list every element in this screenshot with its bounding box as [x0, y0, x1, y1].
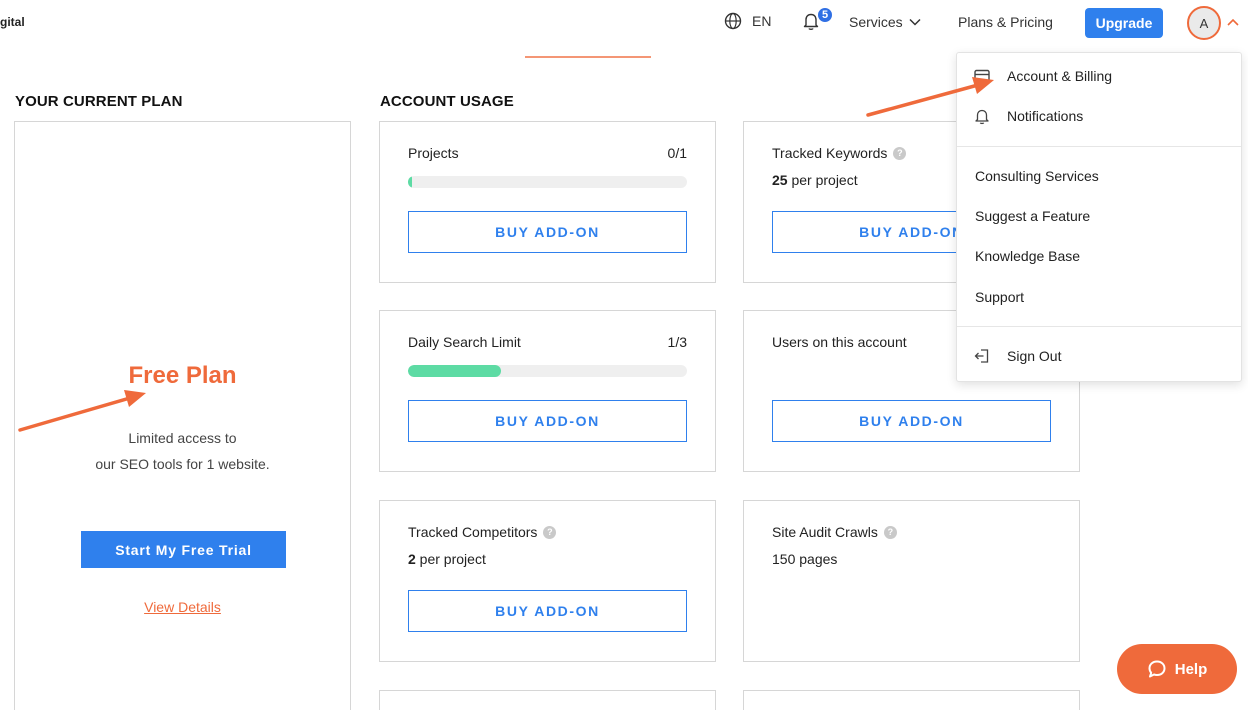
card-title: Tracked Competitors ? — [408, 524, 557, 540]
help-chat-button[interactable]: Help — [1117, 644, 1237, 694]
usage-unit: per project — [787, 172, 858, 188]
usage-amount: 2 — [408, 551, 416, 567]
buy-add-on-button[interactable]: BUY ADD-ON — [772, 400, 1051, 442]
usage-progress-fill — [408, 365, 501, 377]
card-title-text: Site Audit Crawls — [772, 524, 878, 540]
start-free-trial-button[interactable]: Start My Free Trial — [81, 531, 286, 568]
usage-card-partial — [379, 690, 716, 710]
usage-amount: 25 — [772, 172, 788, 188]
usage-progress-fill — [408, 176, 412, 188]
account-dropdown-menu: Account & Billing Notifications Consulti… — [956, 52, 1242, 382]
plan-description-line: Limited access to — [128, 430, 237, 446]
buy-add-on-button[interactable]: BUY ADD-ON — [408, 400, 687, 442]
buy-add-on-button[interactable]: BUY ADD-ON — [408, 590, 687, 632]
daily-search-usage-card: Daily Search Limit 1/3 BUY ADD-ON — [379, 310, 716, 472]
card-title: Tracked Keywords ? — [772, 145, 907, 161]
card-title-text: Daily Search Limit — [408, 334, 521, 350]
help-question-icon[interactable]: ? — [883, 525, 897, 539]
menu-item-label: Notifications — [1007, 108, 1084, 124]
upgrade-button[interactable]: Upgrade — [1085, 8, 1163, 38]
card-title-text: Users on this account — [772, 334, 907, 350]
credit-card-icon — [974, 69, 990, 83]
usage-unit: per project — [415, 551, 486, 567]
account-usage-heading: ACCOUNT USAGE — [380, 93, 514, 110]
menu-item-label: Support — [975, 289, 1025, 305]
help-question-icon[interactable]: ? — [543, 525, 557, 539]
chevron-up-icon[interactable] — [1226, 17, 1240, 27]
site-audit-usage-card: Site Audit Crawls ? 150 pages — [743, 500, 1080, 662]
usage-count: 0/1 — [667, 145, 687, 161]
top-navigation-bar: gital EN 5 Services Plans & Pricing Upgr… — [0, 0, 1248, 46]
notification-count-badge: 5 — [816, 6, 834, 24]
view-details-link[interactable]: View Details — [15, 599, 350, 615]
buy-add-on-button[interactable]: BUY ADD-ON — [408, 211, 687, 253]
services-menu[interactable]: Services — [849, 14, 921, 30]
card-title: Site Audit Crawls ? — [772, 524, 897, 540]
menu-item-knowledge-base[interactable]: Knowledge Base — [957, 239, 1241, 273]
card-title: Projects — [408, 145, 459, 161]
usage-detail: 2 per project — [408, 551, 486, 567]
plan-description: Limited access to our SEO tools for 1 we… — [15, 425, 350, 477]
menu-item-label: Consulting Services — [975, 168, 1099, 184]
usage-detail: 25 per project — [772, 172, 858, 188]
bell-icon — [975, 109, 989, 125]
services-label: Services — [849, 14, 903, 30]
menu-divider — [957, 326, 1241, 327]
menu-item-label: Suggest a Feature — [975, 208, 1091, 224]
projects-usage-card: Projects 0/1 BUY ADD-ON — [379, 121, 716, 283]
language-selector[interactable]: EN — [724, 12, 771, 30]
partial-link-underline — [525, 56, 651, 58]
help-label: Help — [1174, 660, 1208, 678]
current-plan-card: Free Plan Limited access to our SEO tool… — [14, 121, 351, 710]
sign-out-icon — [974, 349, 989, 363]
menu-item-label: Account & Billing — [1007, 68, 1113, 84]
card-title: Users on this account — [772, 334, 907, 350]
menu-item-label: Sign Out — [1007, 348, 1062, 364]
usage-progress-bar — [408, 365, 687, 377]
menu-item-consulting[interactable]: Consulting Services — [957, 159, 1241, 193]
card-title: Daily Search Limit — [408, 334, 521, 350]
menu-item-sign-out[interactable]: Sign Out — [957, 339, 1241, 373]
plans-pricing-link[interactable]: Plans & Pricing — [958, 14, 1053, 30]
menu-item-support[interactable]: Support — [957, 280, 1241, 314]
plan-name: Free Plan — [128, 362, 237, 389]
language-label: EN — [752, 13, 772, 29]
card-title-text: Tracked Keywords — [772, 145, 888, 161]
usage-card-partial — [743, 690, 1080, 710]
help-question-icon[interactable]: ? — [893, 146, 907, 160]
globe-icon — [724, 12, 742, 30]
current-plan-heading: YOUR CURRENT PLAN — [15, 93, 183, 110]
plan-description-line: our SEO tools for 1 website. — [95, 456, 270, 472]
user-avatar[interactable]: A — [1187, 6, 1221, 40]
card-title-text: Projects — [408, 145, 459, 161]
chevron-down-icon — [909, 18, 921, 26]
usage-detail: 150 pages — [772, 551, 838, 567]
tracked-competitors-usage-card: Tracked Competitors ? 2 per project BUY … — [379, 500, 716, 662]
menu-item-suggest-feature[interactable]: Suggest a Feature — [957, 199, 1241, 233]
menu-item-account-billing[interactable]: Account & Billing — [957, 59, 1241, 93]
chat-bubble-icon — [1148, 660, 1166, 678]
brand-logo-text[interactable]: gital — [0, 15, 25, 29]
usage-progress-bar — [408, 176, 687, 188]
card-title-text: Tracked Competitors — [408, 524, 538, 540]
usage-count: 1/3 — [667, 334, 687, 350]
menu-item-notifications[interactable]: Notifications — [957, 99, 1241, 133]
menu-divider — [957, 146, 1241, 147]
menu-item-label: Knowledge Base — [975, 248, 1081, 264]
